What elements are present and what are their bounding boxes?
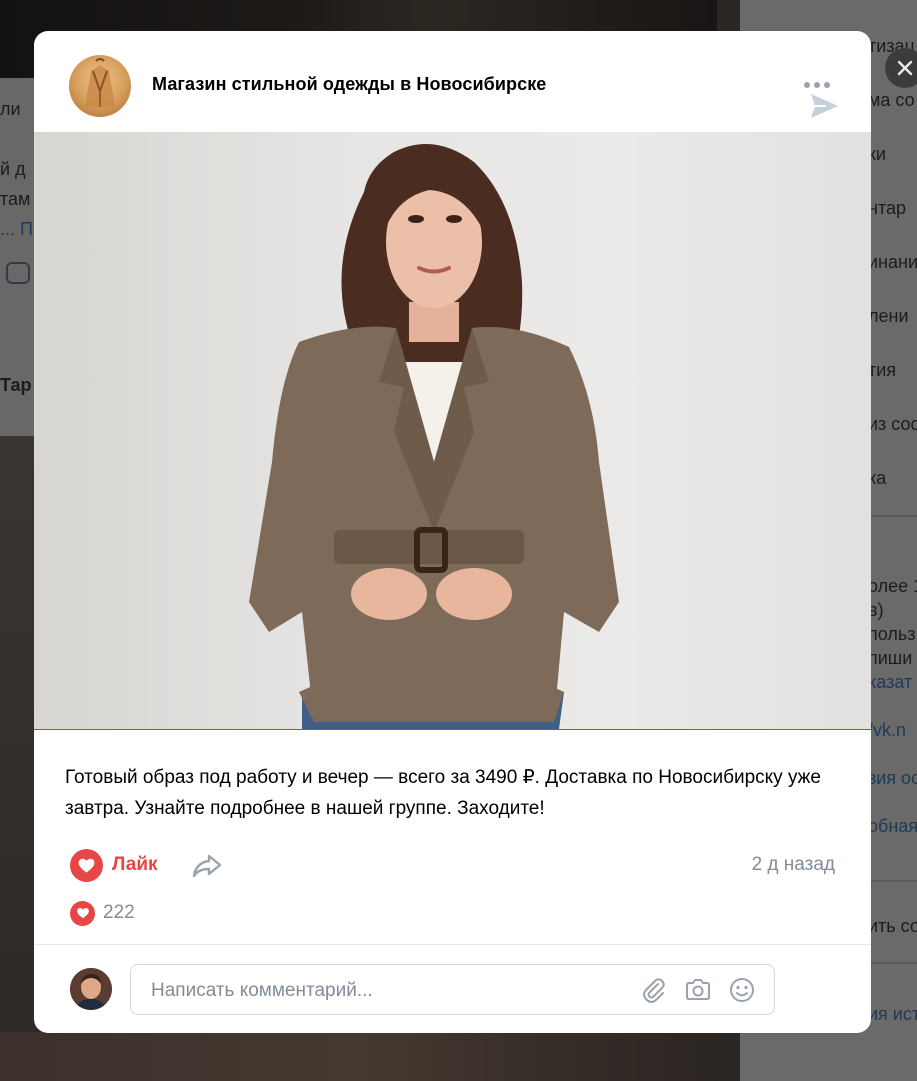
background-link: обная [868,816,917,836]
photo-button[interactable] [683,975,713,1005]
background-photo-bottom [0,1032,717,1081]
attach-button[interactable] [639,975,669,1005]
camera-icon [686,979,710,1000]
paperclip-icon [643,978,665,1003]
close-viewer-button[interactable] [885,48,917,88]
share-button[interactable] [190,848,224,882]
background-link: ... П [0,219,33,239]
background-text: ма со [868,90,915,110]
background-link: /vk.n [868,720,907,740]
background-text: там [0,189,31,209]
emoji-button[interactable] [727,975,757,1005]
post-actions: Лайк 2 д назад [34,843,871,883]
smile-icon [730,978,754,1002]
woman-in-blazer-image [249,144,619,729]
likes-count: 222 [103,902,135,923]
comment-composer [34,945,871,1033]
likes-summary[interactable]: 222 [70,900,135,926]
background-text: инани [868,252,917,272]
more-horizontal-icon [804,82,810,88]
like-button[interactable]: Лайк [70,847,158,883]
post-modal: Магазин стильной одежды в Новосибирске Г… [34,31,871,1033]
send-comment-button[interactable] [808,90,840,122]
group-name[interactable]: Магазин стильной одежды в Новосибирске [152,74,546,95]
user-avatar[interactable] [70,968,112,1010]
photo-divider [34,729,871,730]
background-text: нтар [868,198,907,218]
background-text: из сос [868,414,917,434]
background-text: лени [868,306,909,326]
background-text: ли [0,99,21,119]
background-text: ить со [868,916,917,936]
like-label: Лайк [112,854,158,875]
post-text: Готовый образ под работу и вечер — всего… [65,767,821,819]
background-link: ия исто [868,1004,917,1024]
post-header: Магазин стильной одежды в Новосибирске [34,31,871,132]
background-text: олее 1 [868,576,917,596]
background-text: польз [868,624,916,644]
comment-box [130,964,775,1016]
heart-icon [70,848,103,882]
background-text: пиши [868,648,913,668]
heart-icon [70,900,95,926]
background-heading: Тар [0,375,32,395]
background-text: й д [0,159,26,179]
post-photo[interactable] [34,132,871,729]
blazer-logo-image [85,58,115,107]
background-text: тия [868,360,897,380]
background-link: зия ос [868,768,917,788]
send-icon [811,94,838,118]
comment-input[interactable] [149,965,633,1016]
group-avatar[interactable] [69,55,131,117]
share-arrow-icon [192,854,222,878]
comment-bubble-icon [6,262,30,284]
post-timestamp[interactable]: 2 д назад [752,854,835,876]
background-link: казат [868,672,913,692]
close-icon [897,60,913,76]
